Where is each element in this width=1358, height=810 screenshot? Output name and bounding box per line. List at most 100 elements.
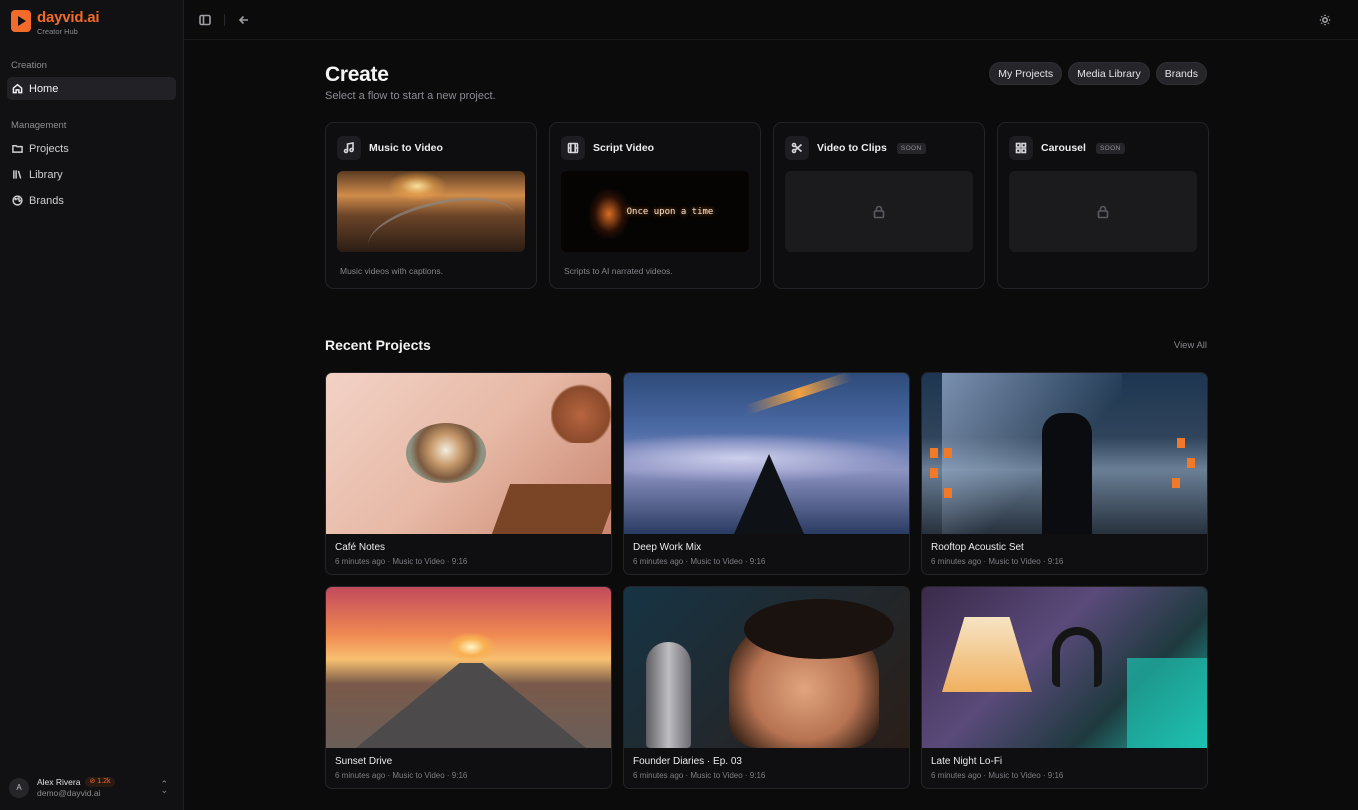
project-card[interactable]: Sunset Drive 6 minutes ago · Music to Vi… xyxy=(325,586,612,789)
flow-head: Music to Video xyxy=(337,136,525,160)
flow-head: Script Video xyxy=(561,136,749,160)
thumb-microphone xyxy=(646,642,691,748)
project-meta: 6 minutes ago · Music to Video · 9:16 xyxy=(633,771,766,780)
section-label-creation: Creation xyxy=(11,60,47,71)
sidebar-item-library[interactable]: Library xyxy=(7,163,176,186)
project-card[interactable]: Deep Work Mix 6 minutes ago · Music to V… xyxy=(623,372,910,575)
thumb-plant xyxy=(551,373,611,443)
brand-name: dayvid.ai xyxy=(37,9,100,26)
thumb-hair xyxy=(744,599,894,659)
thumb-text: Once upon a time xyxy=(626,206,714,217)
thumb-window xyxy=(930,468,938,478)
project-thumbnail xyxy=(624,373,909,534)
flow-icon xyxy=(785,136,809,160)
flow-card-video-to-clips: Video to Clips SOON xyxy=(773,122,985,289)
arrow-left-icon xyxy=(238,15,248,24)
flow-title: Script Video xyxy=(593,142,655,154)
sun-icon xyxy=(1319,14,1331,26)
project-title: Founder Diaries · Ep. 03 xyxy=(633,756,742,767)
sidebar-item-label: Brands xyxy=(29,194,64,207)
my-projects-button[interactable]: My Projects xyxy=(989,62,1063,85)
project-title: Café Notes xyxy=(335,542,386,553)
theme-toggle-button[interactable] xyxy=(1316,11,1334,29)
project-thumbnail xyxy=(326,373,611,534)
lock-icon xyxy=(873,205,885,218)
thumb-window xyxy=(1172,478,1180,488)
thumb-sun xyxy=(446,632,496,662)
project-card[interactable]: Rooftop Acoustic Set 6 minutes ago · Mus… xyxy=(921,372,1208,575)
thumb-notebook xyxy=(491,484,611,534)
scissors-icon xyxy=(791,142,803,154)
thumb-road xyxy=(356,663,586,748)
credits-value: 1.2k xyxy=(97,778,111,785)
sidebar: dayvid.ai Creator Hub Creation Home Mana… xyxy=(0,0,184,810)
thumb-glow xyxy=(589,189,629,239)
project-thumbnail xyxy=(624,587,909,748)
flow-icon xyxy=(1009,136,1033,160)
project-title: Sunset Drive xyxy=(335,756,393,767)
media-library-button[interactable]: Media Library xyxy=(1068,62,1150,85)
project-meta: 6 minutes ago · Music to Video · 9:16 xyxy=(633,557,766,566)
project-title: Deep Work Mix xyxy=(633,542,702,553)
sidebar-toggle-icon xyxy=(199,14,211,25)
thumb-lamp xyxy=(942,617,1032,692)
flow-card-carousel: Carousel SOON xyxy=(997,122,1209,289)
user-name: Alex Rivera xyxy=(37,777,81,787)
music-note-icon xyxy=(343,142,354,154)
flow-thumbnail-locked xyxy=(1009,171,1197,252)
user-menu[interactable]: A Alex Rivera ⊘ 1.2k demo@dayvid.ai ⌃ ⌄ xyxy=(9,777,174,798)
thumb-window xyxy=(930,448,938,458)
thumb-guitarist xyxy=(1042,413,1092,534)
sidebar-item-home[interactable]: Home xyxy=(7,77,176,100)
library-icon xyxy=(13,170,22,179)
user-name-row: Alex Rivera ⊘ 1.2k xyxy=(37,777,115,787)
flow-card-script-video[interactable]: Script Video Once upon a time Scripts to… xyxy=(549,122,761,289)
lock-icon xyxy=(1097,205,1109,218)
flow-head: Carousel SOON xyxy=(1009,136,1197,160)
project-meta: 6 minutes ago · Music to Video · 9:16 xyxy=(931,557,1064,566)
palette-icon xyxy=(12,195,23,206)
flow-description: Music videos with captions. xyxy=(340,266,443,276)
project-title: Rooftop Acoustic Set xyxy=(931,542,1024,553)
thumb-window xyxy=(1187,458,1195,468)
brand-subtitle: Creator Hub xyxy=(37,27,78,36)
avatar: A xyxy=(9,777,29,798)
recent-projects-grid: Café Notes 6 minutes ago · Music to Vide… xyxy=(325,372,1208,789)
project-card[interactable]: Founder Diaries · Ep. 03 6 minutes ago ·… xyxy=(623,586,910,789)
film-icon xyxy=(567,142,579,154)
flow-title: Music to Video xyxy=(369,142,443,154)
flow-thumbnail-locked xyxy=(785,171,973,252)
project-card[interactable]: Café Notes 6 minutes ago · Music to Vide… xyxy=(325,372,612,575)
page-subtitle: Select a flow to start a new project. xyxy=(325,90,496,102)
thumb-light-streak xyxy=(745,373,853,415)
recent-projects-header: Recent Projects View All xyxy=(325,337,1207,353)
brand[interactable]: dayvid.ai Creator Hub xyxy=(7,0,176,52)
project-card[interactable]: Late Night Lo-Fi 6 minutes ago · Music t… xyxy=(921,586,1208,789)
project-meta: 6 minutes ago · Music to Video · 9:16 xyxy=(335,557,468,566)
view-all-link[interactable]: View All xyxy=(1174,340,1207,351)
topbar xyxy=(184,0,1358,40)
back-button[interactable] xyxy=(235,11,253,29)
thumb-headphones xyxy=(1052,627,1102,687)
sidebar-item-label: Home xyxy=(29,82,59,95)
flow-card-music-to-video[interactable]: Music to Video Music videos with caption… xyxy=(325,122,537,289)
flow-icon xyxy=(337,136,361,160)
sidebar-item-label: Projects xyxy=(29,142,69,155)
flow-thumbnail xyxy=(337,171,525,252)
thumb-window xyxy=(1177,438,1185,448)
main-area: Create Select a flow to start a new proj… xyxy=(184,0,1358,810)
soon-badge: SOON xyxy=(1095,142,1125,154)
sidebar-item-projects[interactable]: Projects xyxy=(7,137,176,160)
project-thumbnail xyxy=(922,373,1207,534)
sidebar-item-label: Library xyxy=(29,168,63,181)
thumb-window xyxy=(944,448,952,458)
folder-icon xyxy=(12,145,23,153)
sidebar-toggle-button[interactable] xyxy=(196,11,214,29)
flow-description: Scripts to AI narrated videos. xyxy=(564,266,673,276)
sidebar-item-brands[interactable]: Brands xyxy=(7,189,176,212)
user-email: demo@dayvid.ai xyxy=(37,788,101,798)
credits-badge: ⊘ 1.2k xyxy=(85,777,115,787)
thumb-tree xyxy=(734,454,804,534)
brands-button[interactable]: Brands xyxy=(1155,62,1207,85)
topbar-divider xyxy=(224,13,225,26)
